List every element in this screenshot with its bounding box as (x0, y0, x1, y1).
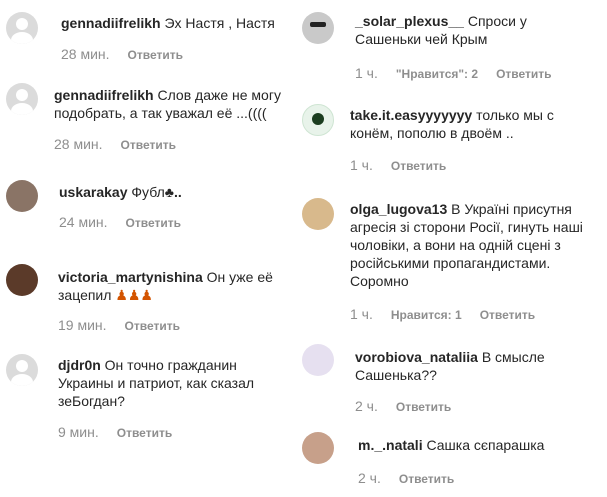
reply-button[interactable]: Ответить (117, 426, 172, 440)
emoji: ♟♟♟ (115, 287, 153, 303)
reply-button[interactable]: Ответить (396, 400, 451, 414)
avatar[interactable] (6, 264, 38, 296)
comment-body: Фубл (131, 184, 165, 200)
comment-text: take.it.easyyyyyyy только мы с конём, по… (350, 106, 590, 142)
comment-body: Эх Настя , Настя (164, 15, 275, 31)
comment-time[interactable]: 28 мин. (61, 46, 110, 62)
comment-username[interactable]: take.it.easyyyyyyy (350, 107, 472, 123)
comment-username[interactable]: gennadiifrelikh (61, 15, 161, 31)
comment-text: _solar_plexus__ Спроси у Сашеньки чей Кр… (355, 12, 595, 48)
comment-text: m._.natali Сашка сєпарашка (358, 436, 594, 454)
avatar[interactable] (6, 12, 38, 44)
comment-meta: 1 ч. Нравится: 1 Ответить (350, 306, 535, 322)
comment-username[interactable]: vorobiova_nataliia (355, 349, 478, 365)
comment-time[interactable]: 2 ч. (358, 470, 381, 486)
comment-time[interactable]: 19 мин. (58, 317, 107, 333)
comment-time[interactable]: 24 мин. (59, 214, 108, 230)
comment-username[interactable]: olga_lugova13 (350, 201, 447, 217)
reply-button[interactable]: Ответить (125, 319, 180, 333)
avatar[interactable] (302, 344, 334, 376)
figure-icon (312, 113, 324, 125)
comment-meta: 1 ч. "Нравится": 2 Ответить (355, 65, 552, 81)
comment-time[interactable]: 2 ч. (355, 398, 378, 414)
comment-meta: 28 мин. Ответить (61, 46, 183, 62)
reply-button[interactable]: Ответить (126, 216, 181, 230)
comment-time[interactable]: 1 ч. (355, 65, 378, 81)
avatar[interactable] (6, 180, 38, 212)
comment-meta: 2 ч. Ответить (358, 470, 454, 486)
comment-time[interactable]: 1 ч. (350, 157, 373, 173)
likes-count[interactable]: Нравится: 1 (391, 308, 462, 322)
comment-body: Сашка сєпарашка (426, 437, 545, 453)
avatar[interactable] (6, 354, 38, 386)
comment-meta: 28 мин. Ответить (54, 136, 176, 152)
comment-meta: 2 ч. Ответить (355, 398, 451, 414)
reply-button[interactable]: Ответить (391, 159, 446, 173)
avatar[interactable] (6, 83, 38, 115)
comment-username[interactable]: m._.natali (358, 437, 423, 453)
comment-text: victoria_martynishina Он уже её зацепил … (58, 268, 290, 304)
comment-username[interactable]: djdr0n (58, 357, 101, 373)
comment-username[interactable]: gennadiifrelikh (54, 87, 154, 103)
reply-button[interactable]: Ответить (121, 138, 176, 152)
avatar[interactable] (302, 198, 334, 230)
comment-username[interactable]: victoria_martynishina (58, 269, 203, 285)
reply-button[interactable]: Ответить (480, 308, 535, 322)
comment-username[interactable]: _solar_plexus__ (355, 13, 464, 29)
comment-time[interactable]: 28 мин. (54, 136, 103, 152)
avatar[interactable] (302, 104, 334, 136)
avatar[interactable] (302, 432, 334, 464)
comment-time[interactable]: 9 мин. (58, 424, 99, 440)
emoji: ♣.. (164, 184, 182, 200)
comment-text: djdr0n Он точно гражданин Украины и патр… (58, 356, 284, 410)
likes-count[interactable]: "Нравится": 2 (396, 67, 478, 81)
comment-time[interactable]: 1 ч. (350, 306, 373, 322)
comment-meta: 19 мин. Ответить (58, 317, 180, 333)
reply-button[interactable]: Ответить (128, 48, 183, 62)
reply-button[interactable]: Ответить (496, 67, 551, 81)
comment-text: vorobiova_nataliia В смысле Сашенька?? (355, 348, 575, 384)
comment-text: olga_lugova13 В Україні присутня агресія… (350, 200, 596, 290)
sunglasses-icon (310, 22, 326, 27)
avatar[interactable] (302, 12, 334, 44)
comment-text: gennadiifrelikh Слов даже не могу подобр… (54, 86, 286, 122)
comment-meta: 24 мин. Ответить (59, 214, 181, 230)
comment-meta: 9 мин. Ответить (58, 424, 172, 440)
reply-button[interactable]: Ответить (399, 472, 454, 486)
comment-text: gennadiifrelikh Эх Настя , Настя (61, 14, 296, 32)
comment-meta: 1 ч. Ответить (350, 157, 446, 173)
comment-text: uskarakay Фубл♣.. (59, 183, 296, 201)
comment-username[interactable]: uskarakay (59, 184, 128, 200)
